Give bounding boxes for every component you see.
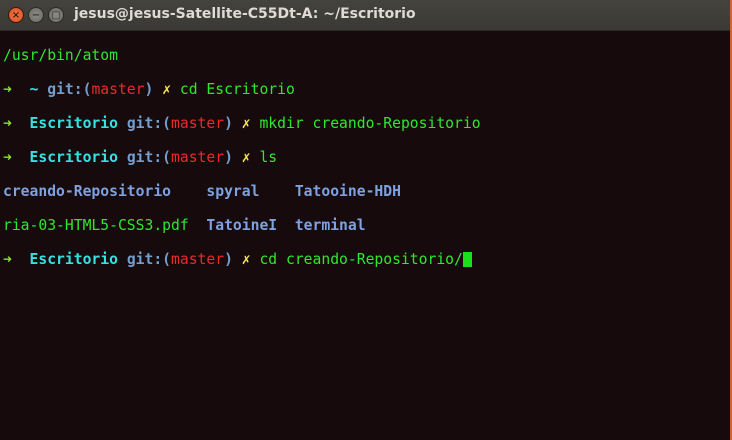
git-label-end: ) [224, 115, 233, 132]
dirty-icon: ✗ [241, 115, 251, 132]
dirty-icon: ✗ [241, 149, 251, 166]
prompt-dir: Escritorio [29, 149, 118, 166]
git-branch: master [171, 251, 225, 268]
command: ls [259, 149, 278, 166]
command: cd Escritorio [179, 81, 295, 98]
ls-row: ria-03-HTML5-CSS3.pdf TatoineI terminal [3, 217, 481, 234]
ls-dir: terminal [294, 217, 366, 234]
ls-row: creando-Repositorio spyral Tatooine-HDH [3, 183, 481, 200]
ls-file: ria-03-HTML5-CSS3.pdf [3, 217, 189, 234]
command-input[interactable]: cd creando-Repositorio/ [259, 251, 462, 268]
maximize-button[interactable]: □ [48, 7, 64, 23]
git-label-end: ) [224, 251, 233, 268]
arrow-icon: ➜ [3, 149, 12, 166]
terminal-output[interactable]: /usr/bin/atom ➜ ~ git:(master) ✗ cd Escr… [3, 30, 481, 285]
command: mkdir creando-Repositorio [259, 115, 481, 132]
git-label: git:( [47, 81, 92, 98]
git-label: git:( [126, 149, 172, 166]
prompt-dir: Escritorio [29, 251, 118, 268]
git-label-end: ) [224, 149, 233, 166]
dirty-icon: ✗ [162, 81, 172, 98]
git-branch: master [171, 149, 225, 166]
close-button[interactable]: × [8, 7, 24, 23]
git-label-end: ) [144, 81, 154, 98]
ls-dir: Tatooine-HDH [294, 183, 401, 200]
minimize-button[interactable]: − [28, 7, 44, 23]
git-label: git:( [126, 115, 172, 132]
ls-dir: TatoineI [206, 217, 278, 234]
window-title: jesus@jesus-Satellite-C55Dt-A: ~/Escrito… [74, 6, 416, 22]
prompt-line: ➜ Escritorio git:(master) ✗ mkdir creand… [3, 115, 481, 132]
title-bar[interactable]: × − □ jesus@jesus-Satellite-C55Dt-A: ~/E… [0, 0, 732, 31]
git-branch: master [91, 81, 145, 98]
prompt-dir: ~ [29, 81, 39, 98]
git-label: git:( [126, 251, 172, 268]
arrow-icon: ➜ [3, 81, 12, 98]
arrow-icon: ➜ [3, 115, 12, 132]
prompt-line: ➜ Escritorio git:(master) ✗ ls [3, 149, 481, 166]
arrow-icon: ➜ [3, 251, 12, 268]
git-branch: master [171, 115, 225, 132]
prompt-dir: Escritorio [29, 115, 118, 132]
dirty-icon: ✗ [241, 251, 251, 268]
output-line: /usr/bin/atom [3, 47, 118, 64]
ls-dir: creando-Repositorio [3, 183, 172, 200]
prompt-line: ➜ ~ git:(master) ✗ cd Escritorio [3, 81, 481, 98]
text-cursor [462, 252, 472, 267]
ls-dir: spyral [206, 183, 260, 200]
prompt-line: ➜ Escritorio git:(master) ✗ cd creando-R… [3, 251, 481, 268]
